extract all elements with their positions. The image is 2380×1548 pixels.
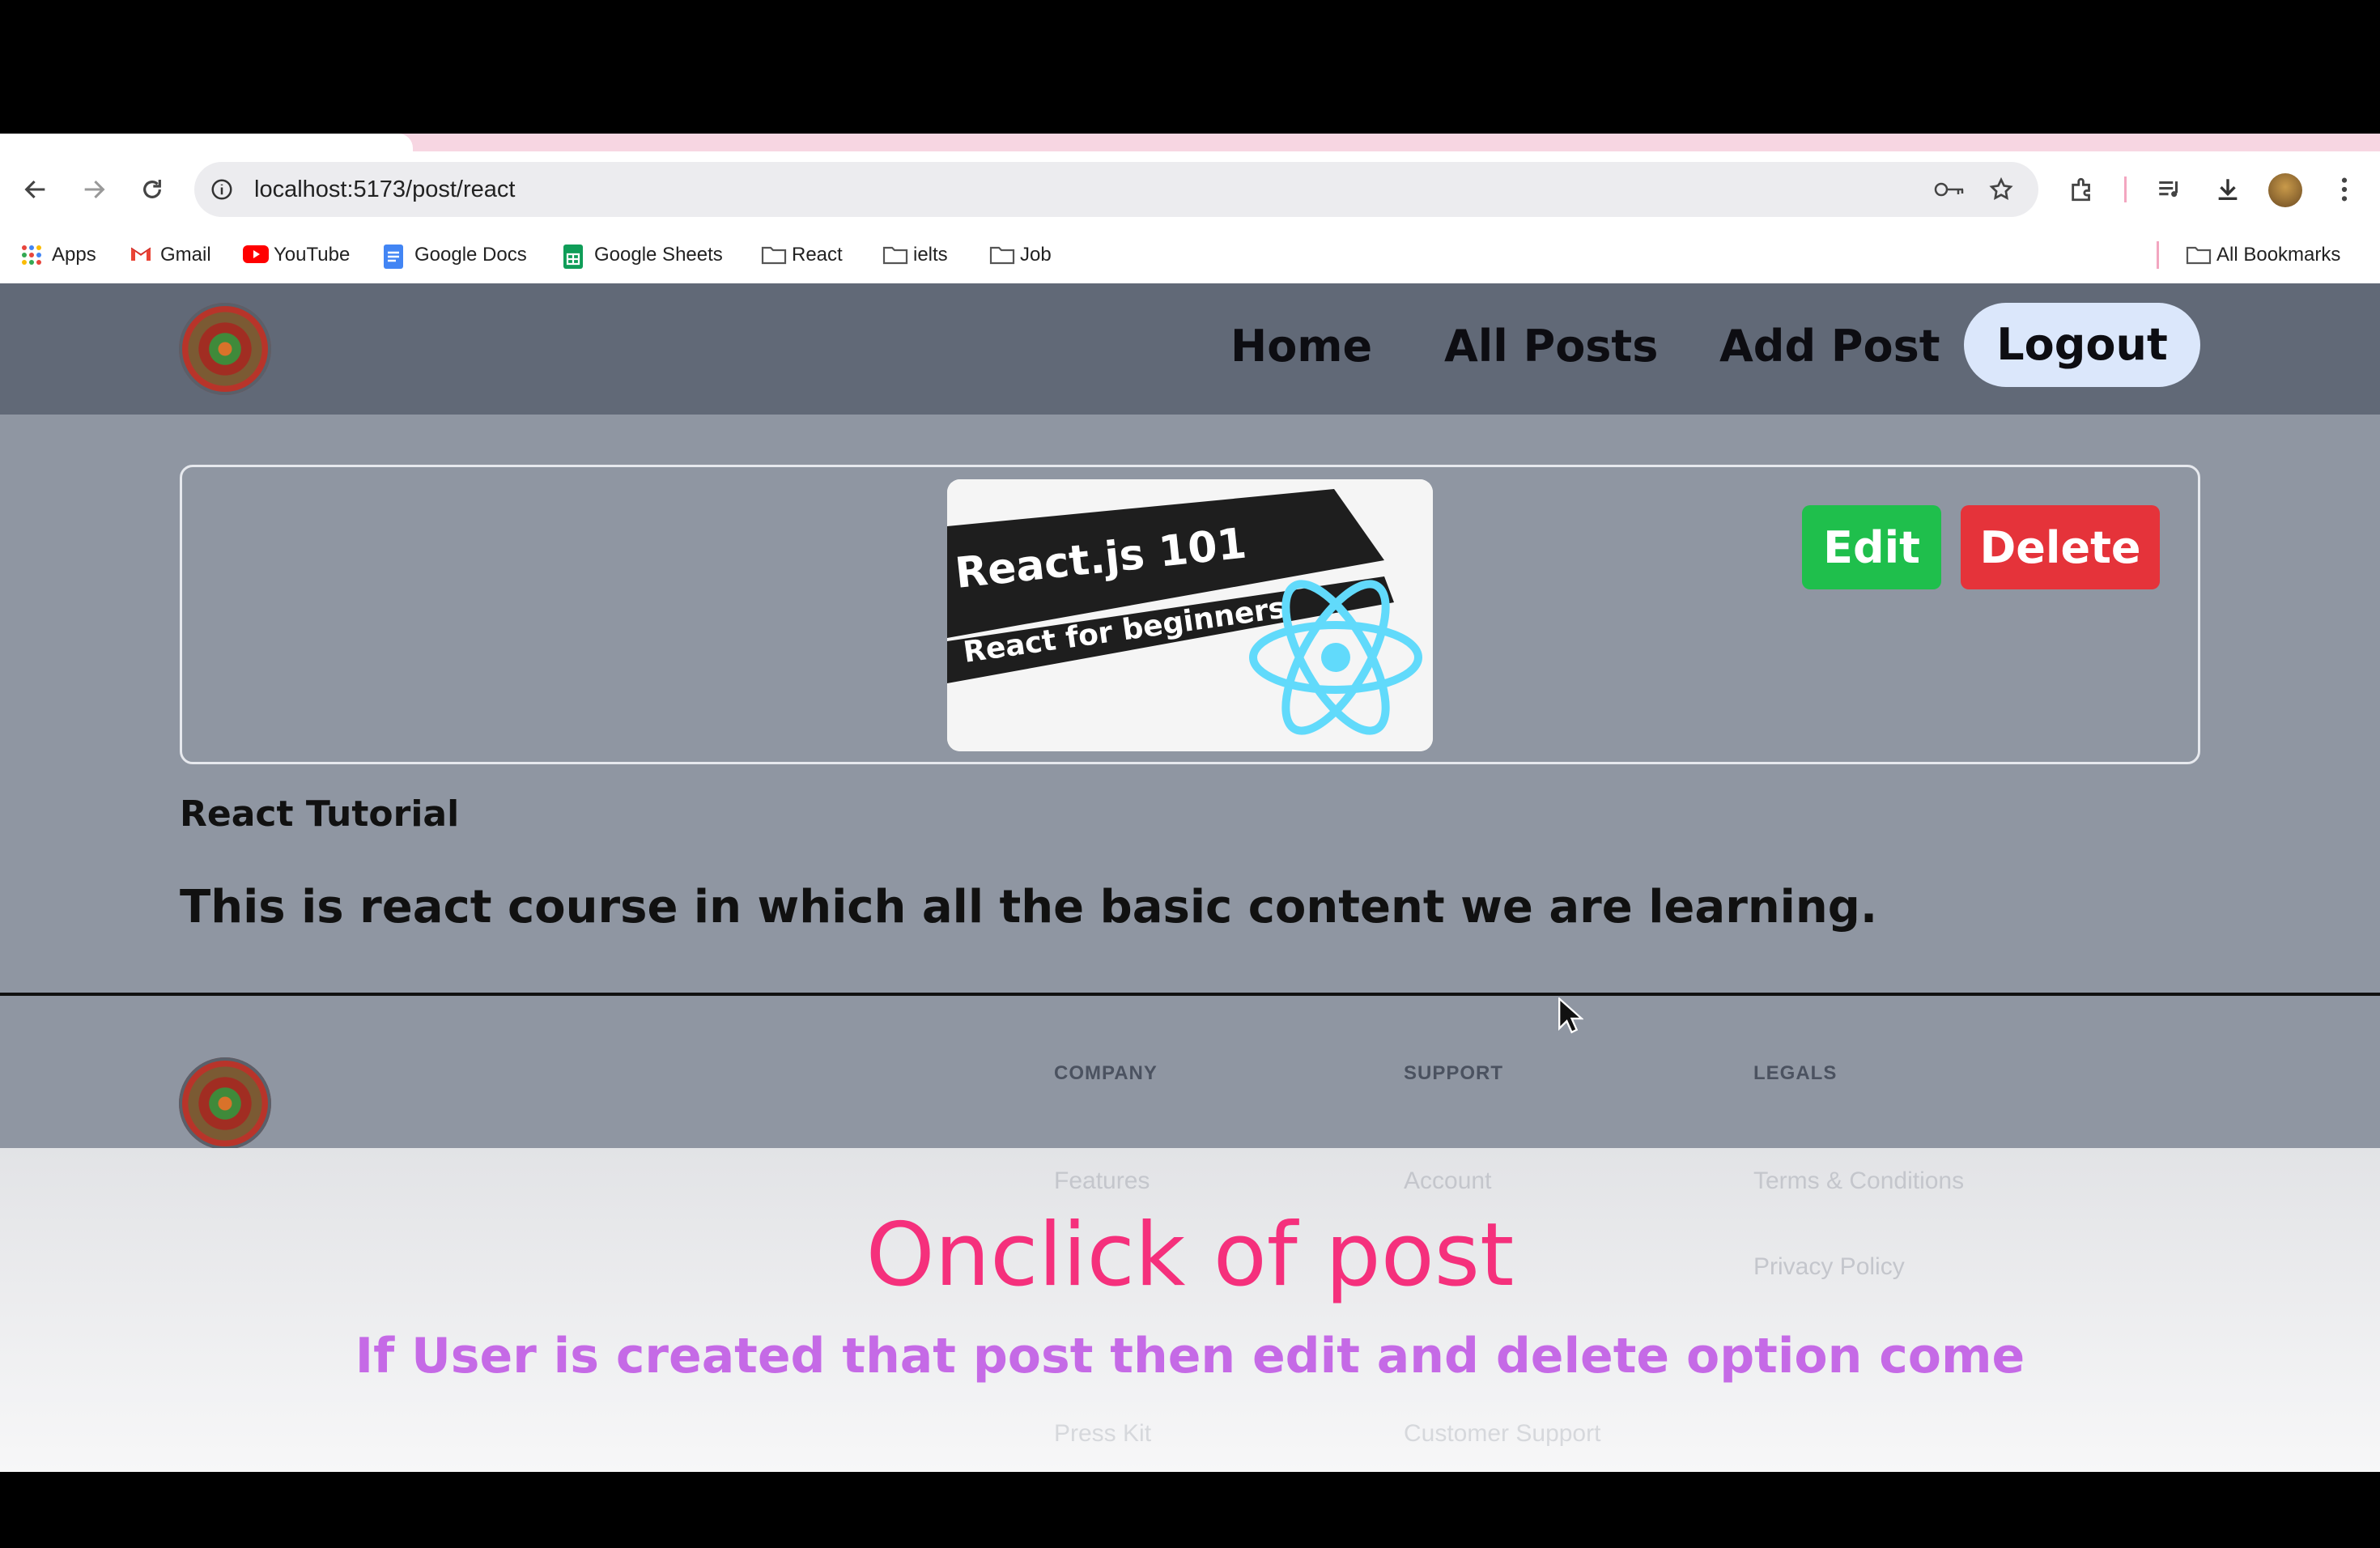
forward-icon[interactable]	[71, 167, 117, 212]
folder-icon	[989, 245, 1015, 266]
logout-label: Logout	[1996, 319, 2168, 370]
bookmark-apps[interactable]: Apps	[21, 235, 96, 275]
profile-avatar[interactable]	[2268, 173, 2302, 207]
extensions-icon[interactable]	[2059, 167, 2105, 212]
bookmark-star-icon[interactable]	[1978, 167, 2024, 212]
bookmarks-bar: Apps Gmail YouTube Google Docs Google Sh…	[0, 235, 2380, 275]
site-logo[interactable]	[179, 303, 271, 395]
bookmark-youtube[interactable]: YouTube	[243, 235, 350, 275]
bookmark-label: YouTube	[274, 244, 351, 266]
caption-overlay	[0, 1148, 2380, 1472]
bookmark-google-sheets[interactable]: Google Sheets	[563, 235, 723, 275]
footer-heading-company: COMPANY	[1054, 1062, 1158, 1084]
password-key-icon[interactable]	[1927, 167, 1972, 212]
folder-icon	[882, 245, 908, 266]
back-icon[interactable]	[13, 167, 58, 212]
bookmark-label: Apps	[52, 244, 96, 266]
bookmark-label: ielts	[913, 244, 948, 266]
bookmark-gmail[interactable]: Gmail	[130, 235, 211, 275]
google-docs-icon	[384, 245, 405, 269]
caption-subtitle: If User is created that post then edit a…	[355, 1328, 2025, 1384]
bookmarks-divider	[2157, 241, 2159, 269]
active-tab[interactable]	[0, 134, 413, 151]
folder-icon	[761, 245, 787, 266]
toolbar-divider	[2124, 176, 2127, 202]
caption-title: Onclick of post	[865, 1205, 1515, 1306]
post-image: React.js 101 React for beginners	[947, 479, 1433, 751]
bookmark-label: Google Sheets	[594, 244, 723, 266]
edit-button[interactable]: Edit	[1802, 505, 1941, 589]
gmail-icon	[130, 245, 151, 266]
download-icon[interactable]	[2205, 167, 2250, 212]
folder-icon	[2186, 245, 2212, 266]
bookmark-label: Google Docs	[414, 244, 527, 266]
post-title: React Tutorial	[180, 793, 460, 835]
google-sheets-icon	[563, 245, 584, 269]
footer-heading-legals: LEGALS	[1753, 1062, 1838, 1084]
delete-button[interactable]: Delete	[1961, 505, 2160, 589]
footer-link-features[interactable]: Features	[1054, 1167, 1150, 1195]
footer-link-terms[interactable]: Terms & Conditions	[1753, 1167, 1964, 1195]
bookmark-folder-job[interactable]: Job	[989, 235, 1052, 275]
bookmark-folder-react[interactable]: React	[761, 235, 843, 275]
logout-button[interactable]: Logout	[1964, 303, 2200, 387]
apps-grid-icon	[21, 245, 42, 266]
footer-link-customer-support[interactable]: Customer Support	[1404, 1420, 1600, 1448]
bookmark-label: React	[792, 244, 843, 266]
site-footer	[0, 996, 2380, 1148]
nav-all-posts[interactable]: All Posts	[1444, 306, 1658, 387]
media-queue-icon[interactable]	[2147, 167, 2192, 212]
reload-icon[interactable]	[130, 167, 175, 212]
bookmark-label: Gmail	[160, 244, 211, 266]
bookmark-google-docs[interactable]: Google Docs	[384, 235, 527, 275]
post-content: This is react course in which all the ba…	[180, 881, 1878, 933]
site-info-icon[interactable]	[199, 167, 244, 212]
all-bookmarks-label: All Bookmarks	[2216, 244, 2341, 266]
all-bookmarks[interactable]: All Bookmarks	[2186, 235, 2340, 275]
mouse-cursor-icon	[1558, 996, 1584, 1039]
nav-add-post[interactable]: Add Post	[1719, 306, 1940, 387]
youtube-icon	[243, 245, 269, 266]
bookmark-folder-ielts[interactable]: ielts	[882, 235, 948, 275]
menu-dots-icon[interactable]	[2322, 167, 2367, 212]
nav-home[interactable]: Home	[1230, 306, 1372, 387]
footer-logo[interactable]	[179, 1057, 271, 1150]
footer-heading-support: SUPPORT	[1404, 1062, 1504, 1084]
footer-link-press-kit[interactable]: Press Kit	[1054, 1420, 1151, 1448]
url-text[interactable]: localhost:5173/post/react	[254, 173, 515, 206]
footer-link-account[interactable]: Account	[1404, 1167, 1491, 1195]
bookmark-label: Job	[1020, 244, 1052, 266]
